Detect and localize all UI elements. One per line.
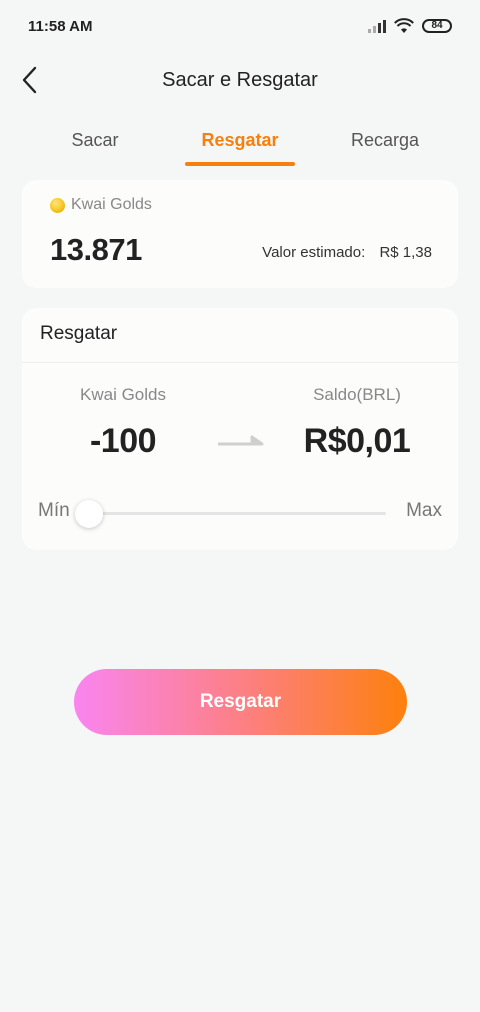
to-label: Saldo(BRL) xyxy=(313,385,401,404)
divider xyxy=(22,362,458,363)
status-time: 11:58 AM xyxy=(28,17,93,35)
balance-card: Kwai Golds 13.871 Valor estimado: R$ 1,3… xyxy=(22,180,458,288)
balance-value: 13.871 xyxy=(50,232,142,267)
status-bar: 11:58 AM 84 xyxy=(0,0,480,52)
tab-label: Resgatar xyxy=(201,130,279,150)
amount-slider[interactable]: Mín Max xyxy=(38,498,442,528)
slider-thumb[interactable] xyxy=(75,500,103,528)
redeem-button[interactable]: Resgatar xyxy=(74,669,407,735)
battery-level: 84 xyxy=(431,20,443,31)
estimate-amount: R$ 1,38 xyxy=(379,244,432,261)
signal-icon xyxy=(368,19,386,33)
header: Sacar e Resgatar xyxy=(0,56,480,104)
wifi-icon xyxy=(394,18,414,33)
chevron-left-icon[interactable] xyxy=(18,66,46,94)
arrow-right-icon xyxy=(218,435,264,446)
tab-sacar[interactable]: Sacar xyxy=(50,118,140,162)
to-amount: R$0,01 xyxy=(303,422,411,460)
estimate-label: Valor estimado: xyxy=(262,244,366,261)
active-tab-indicator xyxy=(185,162,295,166)
tab-label: Recarga xyxy=(350,130,420,150)
slider-max-label: Max xyxy=(406,500,442,521)
tab-recarga[interactable]: Recarga xyxy=(335,118,435,162)
tab-label: Sacar xyxy=(71,130,119,150)
slider-track[interactable] xyxy=(90,512,386,515)
coin-label: Kwai Golds xyxy=(71,196,152,213)
redeem-card: Resgatar Kwai Golds Saldo(BRL) -100 R$0,… xyxy=(22,308,458,550)
slider-min-label: Mín xyxy=(38,500,70,521)
redeem-screen: 11:58 AM 84 Sacar e Resgatar Sacar Resga… xyxy=(0,0,480,1012)
estimated-value: Valor estimado: R$ 1,38 xyxy=(262,244,432,261)
tab-resgatar[interactable]: Resgatar xyxy=(185,118,295,166)
page-title: Sacar e Resgatar xyxy=(162,68,318,91)
from-amount: -100 xyxy=(89,422,157,460)
from-label: Kwai Golds xyxy=(80,385,166,404)
coin-row: Kwai Golds xyxy=(50,196,152,214)
gold-coin-icon xyxy=(50,197,65,213)
battery-icon: 84 xyxy=(422,19,452,33)
status-icons: 84 xyxy=(368,18,452,34)
redeem-title: Resgatar xyxy=(40,323,118,344)
tab-bar: Sacar Resgatar Recarga xyxy=(0,118,480,172)
